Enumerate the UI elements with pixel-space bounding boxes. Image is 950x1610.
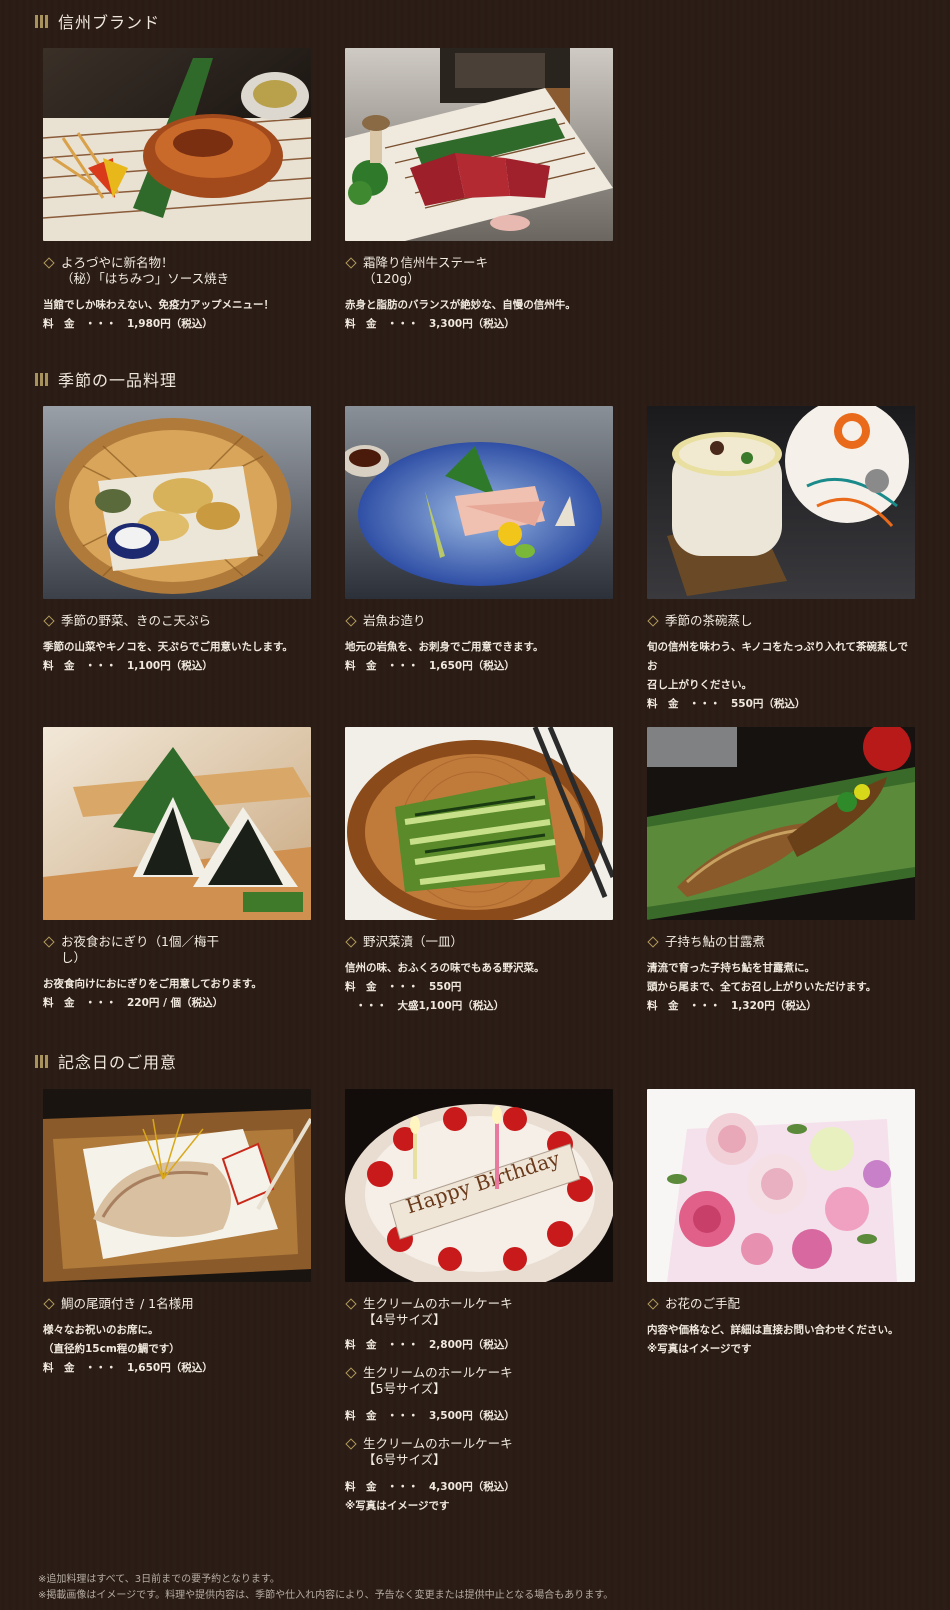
diamond-bullet-icon <box>345 1438 357 1450</box>
menu-title: 季節の野菜、きのこ天ぷら <box>43 613 311 629</box>
diamond-bullet-icon <box>43 257 55 269</box>
menu-card-onigiri: お夜食おにぎり（1個／梅干 し） お夜食向けにおにぎりをご用意しております。 料… <box>43 727 311 1013</box>
menu-price: 料 金 ・・・ 220円 / 個（税込） <box>43 997 224 1009</box>
tempura-photo <box>43 406 311 599</box>
section-heading-seasonal: 季節の一品料理 <box>35 367 177 391</box>
diamond-bullet-icon <box>43 1298 55 1310</box>
menu-title: 霜降り信州牛ステーキ （120g） <box>345 255 613 287</box>
section-heading-shinshu: 信州ブランド <box>35 9 160 33</box>
menu-title: お花のご手配 <box>647 1296 915 1312</box>
heading-bars-icon <box>35 1054 48 1068</box>
diamond-bullet-icon <box>345 936 357 948</box>
menu-card-ayu: 子持ち鮎の甘露煮 清流で育った子持ち鮎を甘露煮に。 頭から尾まで、全てお召し上が… <box>647 727 915 1016</box>
diamond-bullet-icon <box>43 936 55 948</box>
diamond-bullet-icon <box>647 936 659 948</box>
diamond-bullet-icon <box>345 257 357 269</box>
cake-photo: Happy Birthday <box>345 1089 613 1282</box>
section-title: 季節の一品料理 <box>58 371 178 390</box>
diamond-bullet-icon <box>43 615 55 627</box>
section-title: 記念日のご用意 <box>58 1053 178 1072</box>
menu-price: 料 金 ・・・ 550円（税込） <box>647 698 806 710</box>
menu-description: 季節の山菜やキノコを、天ぷらでご用意いたします。 <box>43 641 293 653</box>
diamond-bullet-icon <box>345 615 357 627</box>
nozawana-photo <box>345 727 613 920</box>
menu-card-nozawana: 野沢菜漬（一皿） 信州の味、おふくろの味でもある野沢菜。 料 金 ・・・ 550… <box>345 727 613 1016</box>
menu-price: 料 金 ・・・ 550円 ・・・ 大盛1,100円（税込） <box>345 981 505 1012</box>
tai-photo <box>43 1089 311 1282</box>
diamond-bullet-icon <box>345 1367 357 1379</box>
menu-description: 様々なお祝いのお席に。 （直径約15cm程の鯛です） <box>43 1324 180 1355</box>
menu-price: 料 金 ・・・ 1,650円（税込） <box>345 660 515 672</box>
steak-photo <box>345 48 613 241</box>
diamond-bullet-icon <box>647 1298 659 1310</box>
menu-card-cake: Happy Birthday 生クリームのホールケーキ 【4号サイズ】 料 金 … <box>345 1089 613 1516</box>
menu-title: 季節の茶碗蒸し <box>647 613 915 629</box>
menu-title: よろづやに新名物！ （秘）「はちみつ」ソース焼き <box>43 255 311 287</box>
menu-card-sashimi: 岩魚お造り 地元の岩魚を、お刺身でご用意できます。 料 金 ・・・ 1,650円… <box>345 406 613 676</box>
menu-description: 当館でしか味わえない、免疫力アップメニュー！ <box>43 299 274 311</box>
diamond-bullet-icon <box>647 615 659 627</box>
menu-description: 信州の味、おふくろの味でもある野沢菜。 <box>345 962 545 974</box>
footer-note-image: ※掲載画像はイメージです。料理や提供内容は、季節や仕入れ内容により、予告なく変更… <box>38 1590 614 1601</box>
menu-description: 地元の岩魚を、お刺身でご用意できます。 <box>345 641 544 653</box>
flowers-photo <box>647 1089 915 1282</box>
menu-price: 料 金 ・・・ 3,500円（税込） <box>345 1410 515 1422</box>
menu-description: 内容や価格など、詳細は直接お問い合わせください。 ※写真はイメージです <box>647 1324 899 1355</box>
sashimi-photo <box>345 406 613 599</box>
menu-card-steak: 霜降り信州牛ステーキ （120g） 赤身と脂肪のバランスが絶妙な、自慢の信州牛。… <box>345 48 613 334</box>
diamond-bullet-icon <box>345 1298 357 1310</box>
onigiri-photo <box>43 727 311 920</box>
menu-title: 鯛の尾頭付き / 1名様用 <box>43 1296 311 1312</box>
menu-price: 料 金 ・・・ 2,800円（税込） <box>345 1339 515 1351</box>
menu-price: 料 金 ・・・ 1,100円（税込） <box>43 660 213 672</box>
menu-title: 子持ち鮎の甘露煮 <box>647 934 915 950</box>
menu-card-chicken: よろづやに新名物！ （秘）「はちみつ」ソース焼き 当館でしか味わえない、免疫力ア… <box>43 48 311 334</box>
menu-title: 野沢菜漬（一皿） <box>345 934 613 950</box>
footer-note-reservation: ※追加料理はすべて、3日前までの要予約となります。 <box>38 1574 280 1585</box>
chawanmushi-photo <box>647 406 915 599</box>
menu-card-flowers: お花のご手配 内容や価格など、詳細は直接お問い合わせください。 ※写真はイメージ… <box>647 1089 915 1359</box>
image-note: ※写真はイメージです <box>345 1500 450 1512</box>
menu-card-tai: 鯛の尾頭付き / 1名様用 様々なお祝いのお席に。 （直径約15cm程の鯛です）… <box>43 1089 311 1378</box>
heading-bars-icon <box>35 14 48 28</box>
ayu-photo <box>647 727 915 920</box>
section-title: 信州ブランド <box>58 13 161 32</box>
menu-title: 岩魚お造り <box>345 613 613 629</box>
menu-price: 料 金 ・・・ 3,300円（税込） <box>345 318 515 330</box>
menu-price: 料 金 ・・・ 1,980円（税込） <box>43 318 213 330</box>
menu-price: 料 金 ・・・ 1,320円（税込） <box>647 1000 817 1012</box>
chicken-photo <box>43 48 311 241</box>
menu-title: 生クリームのホールケーキ 【4号サイズ】 <box>345 1296 613 1328</box>
menu-description: 清流で育った子持ち鮎を甘露煮に。 頭から尾まで、全てお召し上がりいただけます。 <box>647 962 877 993</box>
menu-price: 料 金 ・・・ 1,650円（税込） <box>43 1362 213 1374</box>
menu-card-chawanmushi: 季節の茶碗蒸し 旬の信州を味わう、キノコをたっぷり入れて茶碗蒸しでお 召し上がり… <box>647 406 915 714</box>
menu-price: 料 金 ・・・ 4,300円（税込） <box>345 1481 515 1493</box>
menu-title: 生クリームのホールケーキ 【6号サイズ】 <box>345 1436 613 1468</box>
menu-description: 赤身と脂肪のバランスが絶妙な、自慢の信州牛。 <box>345 299 576 311</box>
menu-description: 旬の信州を味わう、キノコをたっぷり入れて茶碗蒸しでお 召し上がりください。 <box>647 641 909 691</box>
menu-title: 生クリームのホールケーキ 【5号サイズ】 <box>345 1365 613 1397</box>
heading-bars-icon <box>35 372 48 386</box>
menu-card-tempura: 季節の野菜、きのこ天ぷら 季節の山菜やキノコを、天ぷらでご用意いたします。 料 … <box>43 406 311 676</box>
menu-description: お夜食向けにおにぎりをご用意しております。 <box>43 978 262 990</box>
footer-notes: ※追加料理はすべて、3日前までの要予約となります。 ※掲載画像はイメージです。料… <box>38 1572 613 1604</box>
menu-title: お夜食おにぎり（1個／梅干 し） <box>43 934 311 966</box>
section-heading-anniversary: 記念日のご用意 <box>35 1049 177 1073</box>
